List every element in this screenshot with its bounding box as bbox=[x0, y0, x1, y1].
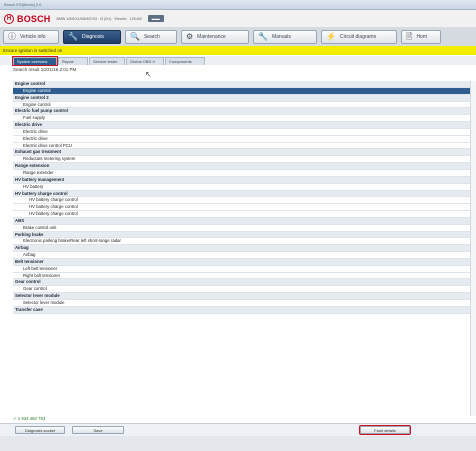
tree-row[interactable]: HV battery charge control bbox=[13, 211, 476, 218]
toolbar-label: Search bbox=[143, 33, 160, 40]
tree-group-header: Gear control bbox=[13, 279, 476, 287]
tree-row[interactable]: Electric drive bbox=[13, 135, 476, 143]
system-tree: Engine control Engine control Engine contr… bbox=[13, 81, 476, 416]
tree-group-header: Exhaust gas treatment bbox=[13, 149, 476, 157]
tab-service-tester[interactable]: Service tester bbox=[89, 57, 125, 65]
tree-row[interactable]: Fuel supply bbox=[13, 115, 476, 123]
tree-row[interactable]: Gear control bbox=[13, 286, 476, 294]
toolbar-icon: ⚡ bbox=[326, 31, 336, 41]
toolbar-hom-button[interactable]: 🗎 Hom bbox=[401, 29, 441, 44]
tree-row[interactable]: Left belt tensioner bbox=[13, 265, 476, 273]
vehicle-selector-label: ▬▬ bbox=[151, 16, 160, 21]
toolbar-circuit-diagrams-button[interactable]: ⚡ Circuit diagrams bbox=[321, 29, 397, 44]
tree-group-header: Electric fuel pump control bbox=[13, 108, 476, 116]
toolbar-manuals-button[interactable]: 🔧 Manuals bbox=[253, 29, 317, 44]
diagnosis-socket-button[interactable]: Diagnosis socket bbox=[15, 426, 65, 434]
tree-group-header: Selector lever module bbox=[13, 293, 476, 300]
vehicle-selector-button[interactable]: ▬▬ bbox=[147, 15, 164, 22]
tree-row[interactable]: Airbag bbox=[13, 252, 476, 259]
vehicle-info: BMW 1/5/6/X1/M6/M7/X3 · i3 (I01) · Elect… bbox=[56, 16, 142, 21]
tree-row[interactable]: Electronic parking brake/Rear left short… bbox=[13, 238, 476, 246]
tree-row[interactable]: HV battery bbox=[13, 183, 476, 191]
tab-components[interactable]: Components bbox=[165, 57, 205, 65]
app-header: H BOSCH BMW 1/5/6/X1/M6/M7/X3 · i3 (I01)… bbox=[0, 10, 476, 27]
tree-group-header: Transfer case bbox=[13, 306, 476, 314]
toolbar-label: Vehicle info bbox=[20, 33, 46, 40]
tree-group-header: Airbag bbox=[13, 245, 476, 253]
toolbar-label: Hom bbox=[416, 33, 427, 40]
window-title: Bosch ESI[tronic] 2.0 bbox=[4, 2, 42, 7]
tab-global-obd-ii[interactable]: Global OBD II bbox=[126, 57, 164, 65]
toolbar-diagnosis-button[interactable]: 🔧 Diagnosis bbox=[63, 29, 121, 44]
tree-group-header: Parking brake bbox=[13, 231, 476, 239]
brand-name: BOSCH bbox=[17, 13, 51, 24]
tree-row[interactable]: Brake control unit bbox=[13, 224, 476, 232]
window-titlebar: Bosch ESI[tronic] 2.0 bbox=[0, 0, 476, 10]
toolbar-search-button[interactable]: 🔍 Search bbox=[125, 29, 177, 44]
ignition-notice: Ensure ignition is switched on bbox=[0, 46, 476, 55]
search-timestamp: Search result 10/21/16 2:01 PM bbox=[13, 67, 77, 72]
fault-details-label: Fault details bbox=[374, 427, 396, 433]
tree-row[interactable]: Reductant metering system bbox=[13, 156, 476, 164]
toolbar-icon: ⓘ bbox=[8, 31, 16, 41]
toolbar-icon: ⚙ bbox=[186, 31, 194, 41]
tree-row[interactable]: Range extender bbox=[13, 169, 476, 177]
bottom-action-bar: Diagnosis socket Save Fault details bbox=[0, 423, 476, 436]
tree-group-header: ABS bbox=[13, 217, 476, 225]
tree-row[interactable]: HV battery charge control bbox=[13, 197, 476, 205]
toolbar-icon: 🔧 bbox=[258, 31, 268, 41]
tree-row[interactable]: HV battery charge control bbox=[13, 204, 476, 212]
tree-row[interactable]: Engine control bbox=[13, 101, 476, 109]
fault-details-button[interactable]: Fault details bbox=[359, 425, 411, 435]
mouse-cursor-icon: ↖ bbox=[145, 70, 152, 79]
tree-group-header: HV battery management bbox=[13, 176, 476, 184]
tree-row[interactable]: Right belt tensioner bbox=[13, 272, 476, 280]
tree-group-header: Belt tensioner bbox=[13, 258, 476, 266]
toolbar-label: Maintenance bbox=[197, 33, 226, 40]
toolbar-label: Circuit diagrams bbox=[339, 33, 377, 40]
tree-row[interactable]: Engine control bbox=[13, 87, 476, 95]
part-number: ✓ 1 934 460 753 bbox=[13, 416, 46, 421]
toolbar-icon: 🔧 bbox=[68, 31, 78, 41]
tab-repair[interactable]: Repair bbox=[58, 57, 88, 65]
main-toolbar: ⓘ Vehicle info 🔧 Diagnosis 🔍 Search ⚙ Maintenan… bbox=[0, 27, 476, 46]
tree-scrollbar[interactable] bbox=[470, 81, 476, 416]
tab-bar: System overview Repair Service tester Globa… bbox=[0, 56, 476, 66]
tree-group-header: Electric drive bbox=[13, 122, 476, 129]
diagnosis-socket-label: Diagnosis socket bbox=[24, 427, 56, 433]
tree-row[interactable]: Electric drive bbox=[13, 128, 476, 136]
bosch-logo-icon: H bbox=[4, 13, 14, 24]
tree-group-header: Engine control bbox=[13, 81, 476, 88]
toolbar-label: Manuals bbox=[271, 33, 291, 40]
toolbar-icon: 🗎 bbox=[406, 31, 413, 41]
tree-group-header: HV battery charge control bbox=[13, 190, 476, 198]
toolbar-icon: 🔍 bbox=[130, 31, 140, 41]
tab-system-overview[interactable]: System overview bbox=[12, 56, 58, 66]
ignition-notice-text: Ensure ignition is switched on bbox=[3, 48, 63, 53]
save-label: Save bbox=[93, 427, 103, 433]
toolbar-label: Diagnosis bbox=[81, 33, 104, 40]
tree-group-header: Engine control 2 bbox=[13, 94, 476, 102]
save-button[interactable]: Save bbox=[72, 426, 124, 434]
toolbar-vehicle-info-button[interactable]: ⓘ Vehicle info bbox=[3, 29, 59, 44]
tree-row[interactable]: Selector lever module bbox=[13, 300, 476, 307]
toolbar-maintenance-button[interactable]: ⚙ Maintenance bbox=[181, 29, 249, 44]
tree-row[interactable]: Electric drive control PCU bbox=[13, 142, 476, 150]
status-bar bbox=[0, 436, 476, 451]
tree-group-header: Range extension bbox=[13, 163, 476, 170]
